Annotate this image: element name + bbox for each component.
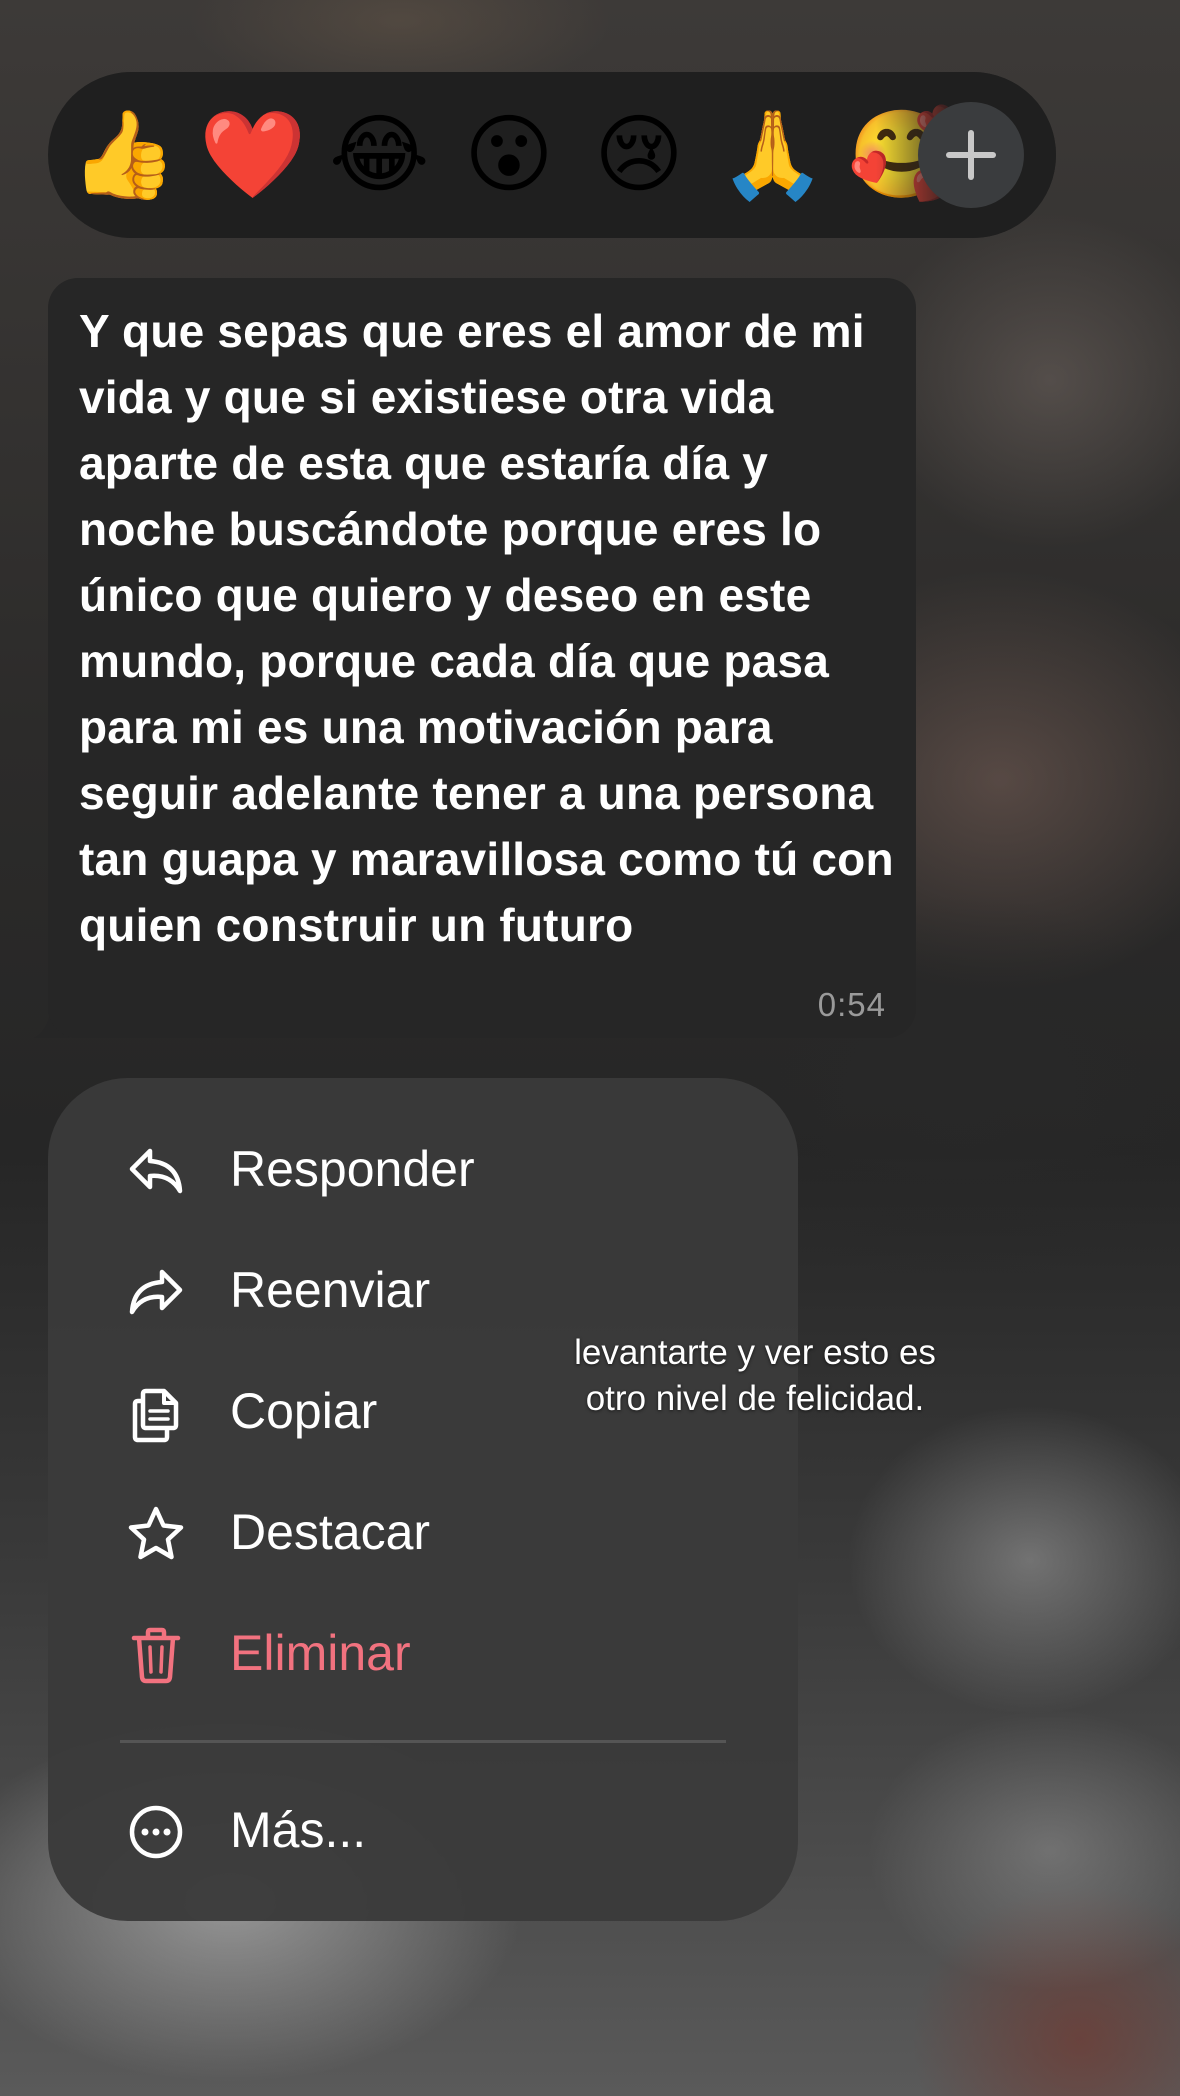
reaction-bar: 👍 ❤️ 😂 😮 😢 🙏 🥰 xyxy=(48,72,1056,238)
forward-icon xyxy=(129,1269,183,1315)
reaction-heart[interactable]: ❤️ xyxy=(199,105,306,205)
reaction-laughing[interactable]: 😂 xyxy=(329,105,430,205)
reaction-praying-hands[interactable]: 🙏 xyxy=(719,105,826,205)
copy-icon xyxy=(132,1388,179,1443)
menu-item-delete[interactable]: Eliminar xyxy=(48,1598,798,1708)
star-icon xyxy=(128,1506,184,1560)
overlay-caption: levantarte y ver esto es otro nivel de f… xyxy=(520,1330,990,1422)
reaction-crying[interactable]: 😢 xyxy=(589,105,689,205)
context-menu: Responder Reenviar Copiar Destacar Elimi… xyxy=(48,1078,798,1921)
plus-icon xyxy=(946,130,996,180)
reply-icon xyxy=(129,1148,183,1194)
menu-label-delete: Eliminar xyxy=(230,1625,411,1681)
menu-item-star[interactable]: Destacar xyxy=(48,1477,798,1587)
menu-label-forward: Reenviar xyxy=(230,1262,431,1318)
more-ellipsis-icon xyxy=(129,1805,183,1859)
menu-label-copy: Copiar xyxy=(230,1383,378,1439)
message-timestamp: 0:54 xyxy=(817,986,886,1023)
trash-icon xyxy=(131,1627,181,1684)
menu-label-more: Más... xyxy=(230,1802,367,1858)
menu-item-more[interactable]: Más... xyxy=(48,1775,798,1885)
message-text: Y que sepas que eres el amor de mi vida … xyxy=(79,305,894,951)
more-reactions-button[interactable] xyxy=(918,102,1024,208)
reaction-thumbs-up[interactable]: 👍 xyxy=(70,105,177,205)
menu-divider xyxy=(120,1740,726,1743)
caption-line-1: levantarte y ver esto es xyxy=(574,1333,936,1372)
message-bubble[interactable]: Y que sepas que eres el amor de mi vida … xyxy=(48,278,916,1038)
caption-line-2: otro nivel de felicidad. xyxy=(585,1379,925,1418)
reaction-surprised[interactable]: 😮 xyxy=(459,105,559,205)
menu-item-reply[interactable]: Responder xyxy=(48,1114,798,1224)
menu-label-reply: Responder xyxy=(230,1141,475,1197)
menu-item-forward[interactable]: Reenviar xyxy=(48,1235,798,1345)
menu-label-star: Destacar xyxy=(230,1504,431,1560)
